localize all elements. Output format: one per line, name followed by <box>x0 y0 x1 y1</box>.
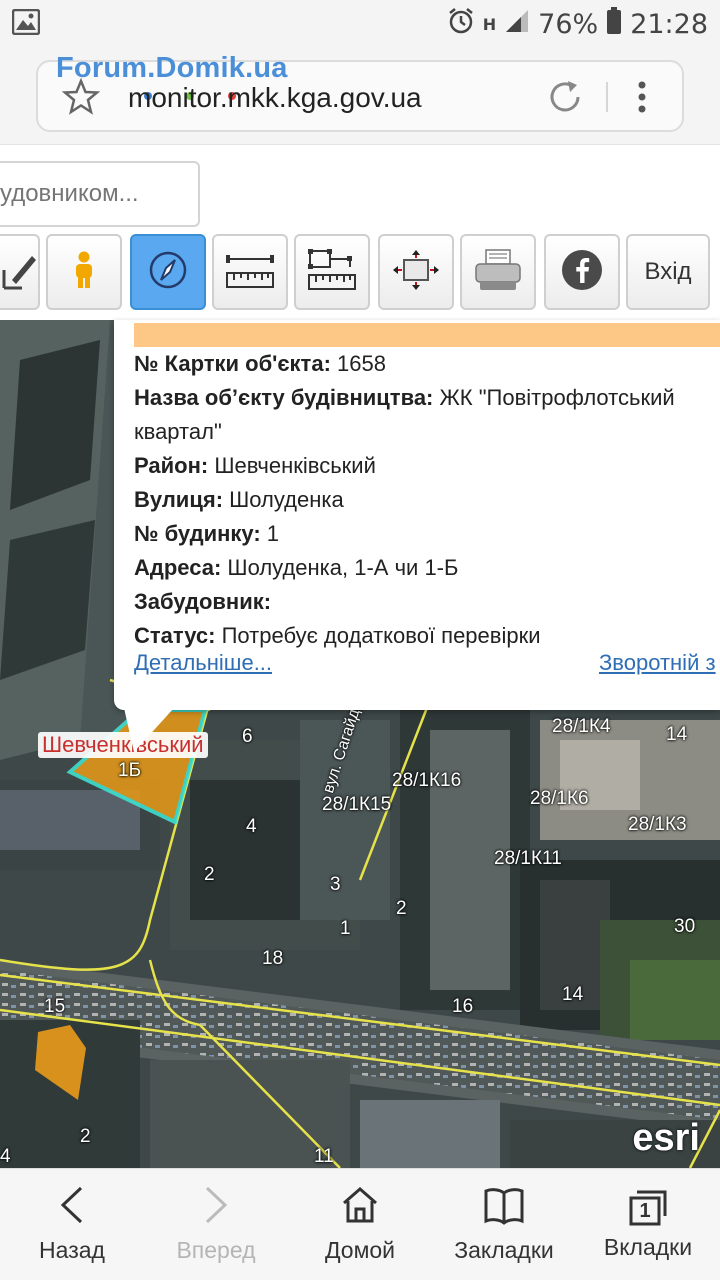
map-label: 2 <box>204 864 215 885</box>
map-label: 28/1К6 <box>530 788 589 809</box>
popup-row-developer: Забудовник: <box>134 589 272 614</box>
clock: 21:28 <box>630 8 708 40</box>
map-label: 2 <box>396 898 407 919</box>
status-bar: H 76% 21:28 <box>0 0 720 48</box>
map-label: 28/1К11 <box>494 848 562 869</box>
map-label: 28/1К3 <box>628 814 687 835</box>
popup-header-bar <box>134 323 720 347</box>
map-label: 2 <box>80 1126 91 1147</box>
nav-forward-button[interactable]: Вперед <box>144 1169 288 1280</box>
popup-row-street: Вулиця: Шолуденка <box>134 487 344 512</box>
print-button[interactable] <box>460 234 536 310</box>
pencil-icon <box>2 250 38 295</box>
chevron-right-icon <box>201 1185 231 1231</box>
nav-home-button[interactable]: Домой <box>288 1169 432 1280</box>
map-label: 18 <box>262 948 284 969</box>
map-label: 14 <box>562 984 584 1005</box>
login-button[interactable]: Вхід <box>626 234 710 310</box>
map-label: 1 <box>340 918 351 939</box>
edit-button[interactable] <box>0 234 40 310</box>
menu-icon[interactable] <box>636 78 648 121</box>
map-label: 16 <box>452 996 474 1017</box>
map-label: 28/1К16 <box>392 770 462 791</box>
popup-row-address: Адреса: Шолуденка, 1-А чи 1-Б <box>134 555 459 580</box>
book-icon <box>483 1185 525 1231</box>
browser-bottom-nav: Назад Вперед Домой Закладки 1 Вкладки <box>0 1168 720 1280</box>
nav-tabs-label: Вкладки <box>603 1234 693 1260</box>
map-label: 6 <box>242 726 253 747</box>
popup-row-status: Статус: Потребує додаткової перевірки <box>134 623 541 648</box>
area-ruler-icon <box>306 248 358 297</box>
map-label: 4 <box>0 1146 11 1167</box>
nav-back-button[interactable]: Назад <box>0 1169 144 1280</box>
nav-back-label: Назад <box>39 1237 105 1263</box>
popup-links: Детальніше... Зворотній з <box>134 650 720 684</box>
street-view-button[interactable] <box>46 234 122 310</box>
network-type-label: H <box>482 14 497 34</box>
facebook-share-button[interactable] <box>544 234 620 310</box>
gallery-icon <box>11 8 41 40</box>
nav-tabs-button[interactable]: 1 Вкладки <box>576 1169 720 1280</box>
map-label: 28/1К4 <box>552 716 611 737</box>
measure-distance-button[interactable] <box>212 234 288 310</box>
popup-body: № Картки об'єкта: 1658 Назва об’єкту буд… <box>134 347 720 653</box>
map-toolbar: Вхід <box>0 234 720 320</box>
map-label: 3 <box>330 874 341 895</box>
details-link[interactable]: Детальніше... <box>134 650 272 675</box>
nav-bookmarks-button[interactable]: Закладки <box>432 1169 576 1280</box>
compass-icon <box>147 249 189 296</box>
watermark-logo: Forum.Domik.ua <box>56 52 288 84</box>
chevron-left-icon <box>57 1185 87 1231</box>
map-label: 11 <box>314 1146 334 1167</box>
feature-info-popup: № Картки об'єкта: 1658 Назва об’єкту буд… <box>114 320 720 752</box>
esri-attribution: esri <box>632 1117 700 1159</box>
tabs-icon: 1 <box>627 1188 669 1228</box>
battery-percent: 76% <box>538 8 599 40</box>
map-label: 15 <box>44 996 66 1017</box>
url-text[interactable]: monitor.mkk.kga.gov.ua <box>128 82 422 114</box>
district-label: Шевченківський <box>38 732 208 758</box>
reload-icon[interactable] <box>546 78 584 121</box>
map-label: 14 <box>666 724 688 745</box>
ruler-icon <box>224 249 276 296</box>
popup-row-card-number: № Картки об'єкта: 1658 <box>134 351 386 376</box>
divider <box>606 82 608 112</box>
popup-row-district: Район: Шевченківський <box>134 453 376 478</box>
popup-row-object-name: Назва об’єкту будівництва: ЖК "Повітрофл… <box>134 385 675 444</box>
printer-icon <box>474 248 522 297</box>
signal-icon <box>504 8 530 41</box>
popup-row-house-number: № будинку: 1 <box>134 521 280 546</box>
measure-area-button[interactable] <box>294 234 370 310</box>
home-icon <box>340 1185 380 1231</box>
identify-button[interactable] <box>130 234 206 310</box>
parcel-label: 1Б <box>118 760 142 781</box>
facebook-icon <box>560 248 604 297</box>
nav-bookmarks-label: Закладки <box>454 1237 554 1263</box>
pegman-icon <box>71 250 97 295</box>
search-row <box>0 144 720 234</box>
feedback-link[interactable]: Зворотній з <box>599 650 716 676</box>
nav-home-label: Домой <box>324 1237 396 1263</box>
battery-icon <box>606 6 622 42</box>
map-label: 30 <box>674 916 696 937</box>
map-label: 4 <box>246 816 257 837</box>
tabs-count: 1 <box>639 1200 651 1222</box>
alarm-icon <box>447 7 475 42</box>
map-label: 28/1К15 <box>322 794 392 815</box>
full-extent-button[interactable] <box>378 234 454 310</box>
expand-arrows-icon <box>393 249 439 295</box>
nav-forward-label: Вперед <box>176 1237 256 1263</box>
search-input[interactable] <box>0 161 200 227</box>
